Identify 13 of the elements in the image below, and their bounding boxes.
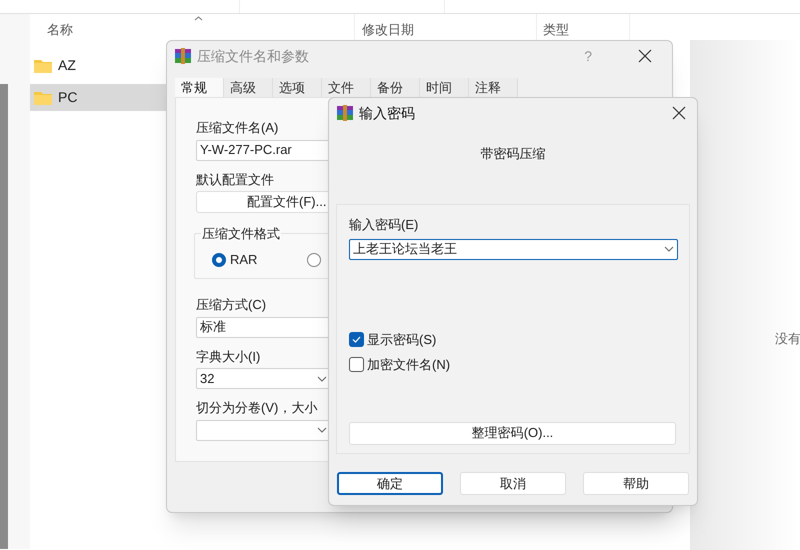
dialog-heading: 带密码压缩 xyxy=(480,145,546,163)
field-label: 切分为分卷(V)，大小 xyxy=(196,399,318,417)
radio-label: RAR xyxy=(230,251,258,270)
window-title: 压缩文件名和参数 xyxy=(197,46,310,66)
folder-name: PC xyxy=(58,88,78,107)
folder-name: AZ xyxy=(58,56,76,75)
field-label: 默认配置文件 xyxy=(196,170,274,188)
field-label: 压缩方式(C) xyxy=(196,296,266,314)
checkbox-label: 加密文件名(N) xyxy=(367,356,450,374)
field-label: 输入密码(E) xyxy=(349,216,418,234)
window-title: 输入密码 xyxy=(359,104,416,122)
field-label: 字典大小(I) xyxy=(196,348,260,366)
field-label: 压缩文件名(A) xyxy=(196,119,278,137)
